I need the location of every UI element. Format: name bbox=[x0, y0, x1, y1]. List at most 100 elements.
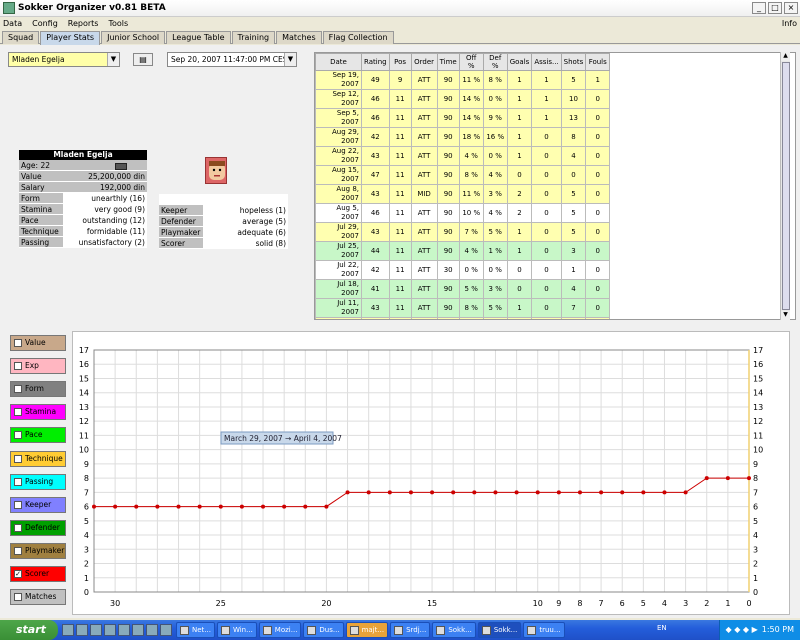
checkbox-icon[interactable] bbox=[14, 500, 22, 509]
column-header[interactable]: Assis... bbox=[531, 53, 562, 71]
checkbox-icon[interactable] bbox=[14, 385, 22, 394]
player-select[interactable]: Mladen Egelja ▼ bbox=[8, 52, 120, 67]
quicklaunch-icon[interactable] bbox=[160, 624, 172, 636]
player-details-button[interactable]: ▤ bbox=[133, 53, 153, 66]
toggle-passing[interactable]: Passing bbox=[10, 473, 66, 490]
quicklaunch-icon[interactable] bbox=[118, 624, 130, 636]
checkbox-icon[interactable]: ✓ bbox=[14, 570, 22, 578]
quicklaunch-icon[interactable] bbox=[132, 624, 144, 636]
checkbox-icon[interactable] bbox=[14, 523, 22, 532]
checkbox-icon[interactable] bbox=[14, 362, 22, 371]
column-header[interactable]: Off % bbox=[458, 53, 484, 71]
toggle-playmaker[interactable]: Playmaker bbox=[10, 542, 66, 559]
table-row[interactable]: Aug 29, 2007 42 11 ATT 90 18 % 16 % 1 0 8 0 bbox=[315, 127, 611, 147]
column-header[interactable]: Def % bbox=[482, 53, 508, 71]
table-row[interactable]: Aug 5, 2007 46 11 ATT 90 10 % 4 % 2 0 5 0 bbox=[315, 203, 611, 223]
taskbar-item[interactable]: Dus... bbox=[303, 622, 344, 638]
table-row[interactable]: Aug 15, 2007 47 11 ATT 90 8 % 4 % 0 0 0 0 bbox=[315, 165, 611, 185]
data-point bbox=[92, 504, 96, 509]
tab-squad[interactable]: Squad bbox=[2, 31, 40, 44]
minimize-button[interactable]: _ bbox=[752, 2, 766, 14]
column-header[interactable]: Order bbox=[410, 53, 438, 71]
start-button[interactable]: start bbox=[0, 620, 58, 640]
menu-reports[interactable]: Reports bbox=[68, 19, 99, 28]
table-row[interactable]: Sep 5, 2007 46 11 ATT 90 14 % 9 % 1 1 13 0 bbox=[315, 108, 611, 128]
scroll-up-icon[interactable]: ▲ bbox=[781, 52, 790, 61]
menu-config[interactable]: Config bbox=[32, 19, 58, 28]
match-stats-table[interactable]: Date Rating Pos Order Time Off % Def % Goals Ass… bbox=[314, 52, 796, 320]
column-header[interactable]: Date bbox=[315, 53, 362, 71]
checkbox-icon[interactable] bbox=[14, 546, 22, 555]
toggle-technique[interactable]: Technique bbox=[10, 450, 66, 467]
y-tick-label-right: 9 bbox=[753, 460, 758, 469]
table-row[interactable]: Jun 13, 20074311ATT908 %1 %2030 bbox=[315, 317, 611, 319]
table-cell: 0 bbox=[531, 165, 562, 185]
checkbox-icon[interactable] bbox=[14, 477, 22, 486]
toggle-scorer[interactable]: ✓ Scorer bbox=[10, 566, 66, 582]
quicklaunch-icon[interactable] bbox=[62, 624, 74, 636]
column-header[interactable]: Time bbox=[436, 53, 460, 71]
taskbar-item[interactable]: Sokk... bbox=[477, 622, 522, 638]
toggle-defender[interactable]: Defender bbox=[10, 519, 66, 536]
taskbar-item[interactable]: Win... bbox=[216, 622, 257, 638]
taskbar-item[interactable]: Sokk... bbox=[432, 622, 476, 638]
toggle-exp[interactable]: Exp bbox=[10, 358, 66, 375]
close-button[interactable]: × bbox=[784, 2, 798, 14]
tab-training[interactable]: Training bbox=[231, 31, 276, 44]
data-point bbox=[683, 490, 688, 495]
checkbox-icon[interactable] bbox=[14, 431, 22, 440]
taskbar-item[interactable]: majt... bbox=[345, 622, 389, 638]
tab-league-table[interactable]: League Table bbox=[166, 31, 231, 44]
toggle-value[interactable]: Value bbox=[10, 335, 66, 351]
scroll-down-icon[interactable]: ▼ bbox=[781, 311, 790, 320]
maximize-button[interactable]: □ bbox=[768, 2, 782, 14]
table-row[interactable]: Jul 29, 2007 43 11 ATT 90 7 % 5 % 1 0 5 0 bbox=[315, 222, 611, 242]
table-row[interactable]: Sep 19, 2007 49 9 ATT 90 11 % 8 % 1 1 5 1 bbox=[315, 70, 611, 90]
checkbox-icon[interactable] bbox=[14, 454, 22, 463]
checkbox-icon[interactable] bbox=[14, 339, 22, 347]
column-header[interactable]: Shots bbox=[560, 53, 587, 71]
menu-info[interactable]: Info bbox=[782, 19, 797, 28]
quicklaunch-icon[interactable] bbox=[76, 624, 88, 636]
toggle-stamina[interactable]: Stamina bbox=[10, 404, 66, 421]
scroll-thumb[interactable] bbox=[782, 62, 790, 310]
toggle-pace[interactable]: Pace bbox=[10, 427, 66, 444]
column-header[interactable]: Rating bbox=[361, 53, 390, 71]
toggle-label: Form bbox=[25, 384, 44, 394]
checkbox-icon[interactable] bbox=[14, 593, 22, 602]
y-tick-label: 5 bbox=[84, 517, 89, 526]
taskbar-item[interactable]: truu... bbox=[523, 622, 565, 638]
table-row[interactable]: Sep 12, 2007 46 11 ATT 90 14 % 0 % 1 1 10 0 bbox=[315, 89, 611, 109]
tab-flag-collection[interactable]: Flag Collection bbox=[322, 31, 394, 44]
table-row[interactable]: Jul 22, 2007 42 11 ATT 30 0 % 0 % 0 0 1 0 bbox=[315, 260, 611, 280]
table-row[interactable]: Aug 8, 2007 43 11 MID 90 11 % 3 % 2 0 5 0 bbox=[315, 184, 611, 204]
table-scrollbar[interactable]: ▲ ▼ bbox=[780, 52, 790, 320]
quicklaunch-icon[interactable] bbox=[90, 624, 102, 636]
toggle-form[interactable]: Form bbox=[10, 381, 66, 398]
quicklaunch-icon[interactable] bbox=[104, 624, 116, 636]
table-row[interactable]: Aug 22, 2007 43 11 ATT 90 4 % 0 % 1 0 4 0 bbox=[315, 146, 611, 166]
toggle-matches[interactable]: Matches bbox=[10, 589, 66, 606]
quicklaunch-icon[interactable] bbox=[146, 624, 158, 636]
column-header[interactable]: Fouls bbox=[585, 53, 611, 71]
checkbox-icon[interactable] bbox=[14, 408, 22, 417]
taskbar-item[interactable]: Mozi... bbox=[258, 622, 302, 638]
toggle-keeper[interactable]: Keeper bbox=[10, 496, 66, 513]
tab-matches[interactable]: Matches bbox=[276, 31, 322, 44]
taskbar-item[interactable]: Srdj... bbox=[390, 622, 431, 638]
table-row[interactable]: Jul 18, 2007 41 11 ATT 90 5 % 3 % 0 0 4 0 bbox=[315, 279, 611, 299]
date-select[interactable]: Sep 20, 2007 11:47:00 PM CEST ▼ bbox=[167, 52, 297, 67]
table-cell: 11 bbox=[388, 222, 412, 242]
taskbar-item[interactable]: Net... bbox=[176, 622, 215, 638]
tab-junior-school[interactable]: Junior School bbox=[101, 31, 166, 44]
table-cell: 90 bbox=[436, 146, 460, 166]
menu-data[interactable]: Data bbox=[3, 19, 22, 28]
column-header[interactable]: Pos bbox=[388, 53, 412, 71]
language-indicator[interactable]: EN bbox=[657, 624, 667, 632]
tab-player-stats[interactable]: Player Stats bbox=[40, 31, 101, 45]
column-header[interactable]: Goals bbox=[506, 53, 533, 71]
tray-icons[interactable]: ◆ ◆ ◆ ▶ bbox=[726, 620, 758, 640]
table-row[interactable]: Jul 11, 2007 43 11 ATT 90 8 % 5 % 1 0 7 0 bbox=[315, 298, 611, 318]
table-row[interactable]: Jul 25, 2007 44 11 ATT 90 4 % 1 % 1 0 3 0 bbox=[315, 241, 611, 261]
menu-tools[interactable]: Tools bbox=[108, 19, 128, 28]
